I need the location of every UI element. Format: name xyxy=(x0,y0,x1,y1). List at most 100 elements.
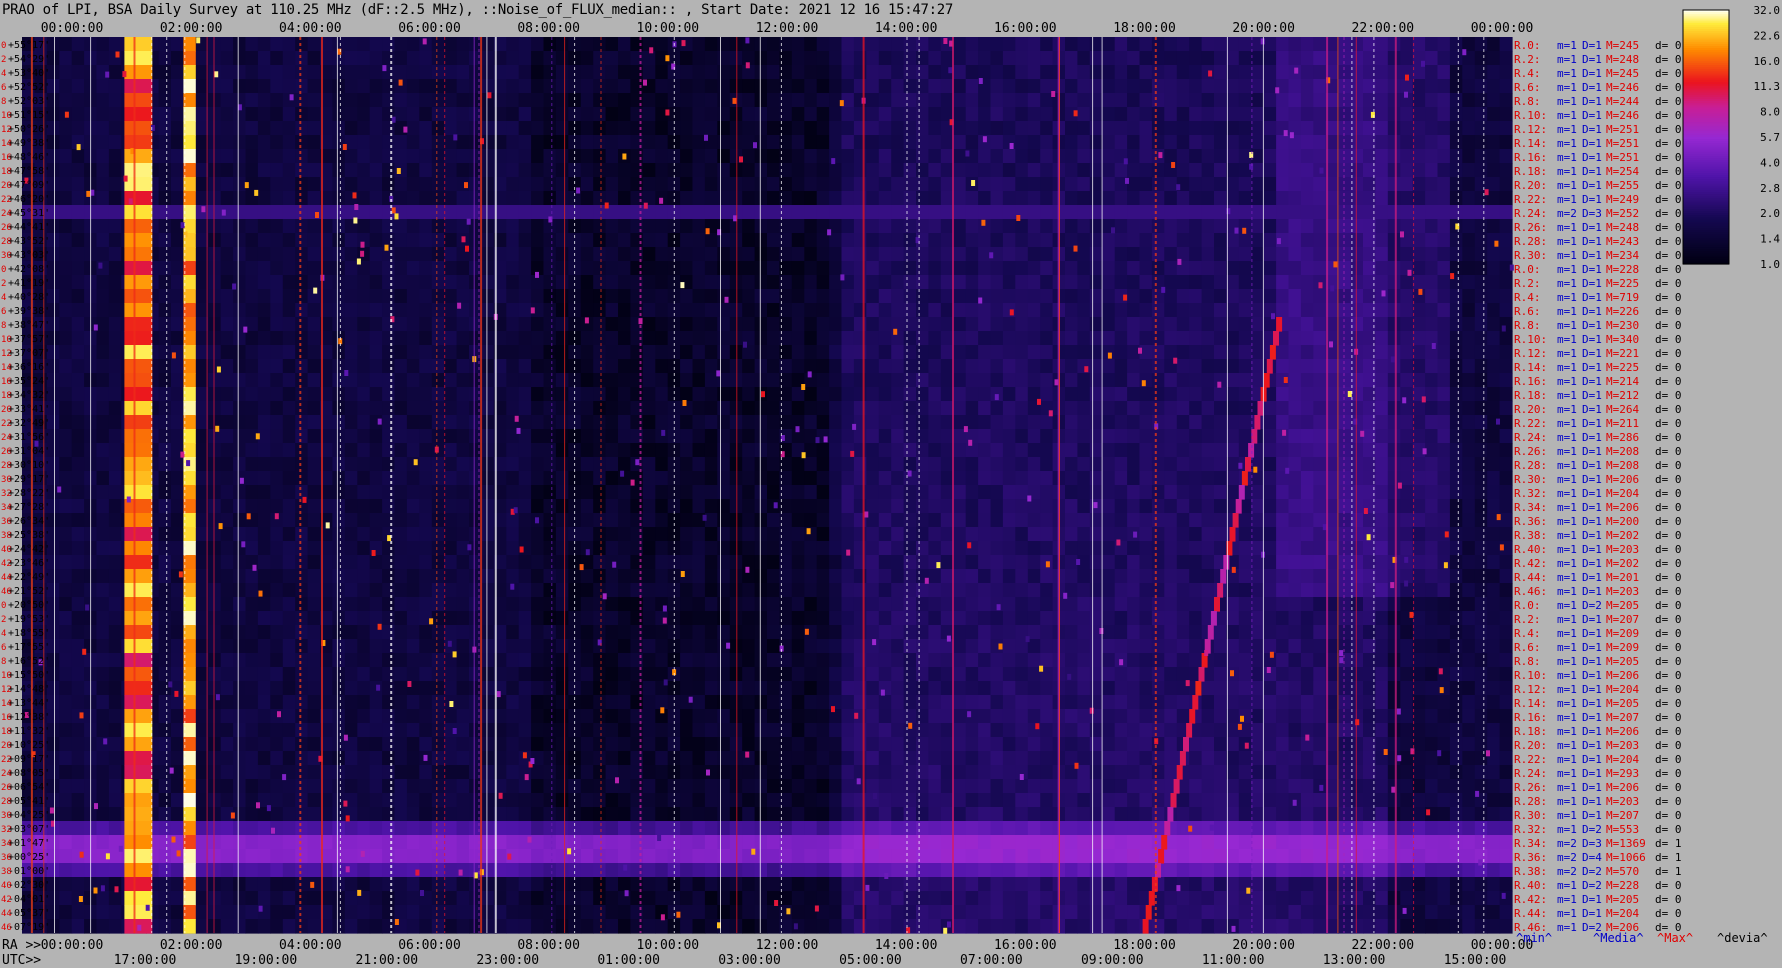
heatmap-cell xyxy=(1015,51,1029,66)
heatmap-cell xyxy=(605,555,619,570)
heatmap-cell xyxy=(1425,79,1439,94)
heatmap-cell xyxy=(1040,569,1054,584)
heatmap-cell xyxy=(903,93,917,108)
heatmap-cell xyxy=(1400,37,1414,52)
heatmap-cell xyxy=(1437,177,1451,192)
heatmap-cell xyxy=(841,457,855,472)
heatmap-cell xyxy=(1449,163,1463,178)
heatmap-cell xyxy=(916,555,929,570)
heatmap-cell xyxy=(531,289,545,304)
heatmap-cell xyxy=(655,541,669,556)
heatmap-cell xyxy=(580,527,594,542)
heatmap-cell xyxy=(158,387,172,402)
heatmap-cell xyxy=(1462,107,1476,122)
heatmap-cell xyxy=(270,401,284,416)
heatmap-cell xyxy=(245,65,259,80)
heatmap-cell xyxy=(295,401,309,416)
heatmap-cell xyxy=(1499,149,1513,164)
heatmap-cell xyxy=(1487,541,1501,556)
heatmap-cell xyxy=(642,485,656,500)
heatmap-cell xyxy=(1462,471,1476,486)
heatmap-cell xyxy=(431,233,445,248)
heatmap-cell xyxy=(1127,261,1141,276)
heatmap-cell xyxy=(978,331,992,346)
heatmap-cell xyxy=(754,177,768,192)
heatmap-cell xyxy=(208,93,222,108)
heatmap-cell xyxy=(531,331,545,346)
heatmap-cell xyxy=(506,219,520,234)
heatmap-cell xyxy=(220,387,234,402)
heatmap-cell xyxy=(282,429,296,444)
heatmap-cell xyxy=(804,261,818,276)
heatmap-cell xyxy=(369,51,383,66)
heatmap-cell xyxy=(1449,597,1463,612)
heatmap-cell xyxy=(1350,569,1364,584)
heatmap-cell xyxy=(96,569,110,584)
heatmap-cell xyxy=(1276,51,1290,66)
heatmap-cell xyxy=(394,303,408,318)
heatmap-cell xyxy=(1387,135,1401,150)
heatmap-cell xyxy=(1189,331,1203,346)
heatmap-cell xyxy=(456,359,470,374)
heatmap-cell xyxy=(344,37,358,52)
heatmap-cell xyxy=(853,457,867,472)
heatmap-cell xyxy=(742,499,756,514)
heatmap-cell xyxy=(1214,317,1227,332)
heatmap-cell xyxy=(655,37,669,52)
heatmap-cell xyxy=(71,107,85,122)
heatmap-cell xyxy=(369,513,383,528)
heatmap-cell xyxy=(257,37,271,52)
heatmap-cell xyxy=(1400,345,1414,360)
heatmap-cell xyxy=(518,597,532,612)
heatmap-cell xyxy=(1065,443,1078,458)
heatmap-cell xyxy=(891,177,905,192)
heatmap-cell xyxy=(208,345,222,360)
heatmap-cell xyxy=(220,317,234,332)
heatmap-cell xyxy=(605,261,619,276)
heatmap-cell xyxy=(742,275,756,290)
heatmap-cell xyxy=(1226,37,1240,52)
heatmap-cell xyxy=(1251,233,1265,248)
heatmap-cell xyxy=(754,289,768,304)
heatmap-cell xyxy=(382,261,396,276)
heatmap-cell xyxy=(1487,107,1501,122)
heatmap-cell xyxy=(816,275,830,290)
heatmap-cell xyxy=(1375,485,1389,500)
heatmap-cell xyxy=(1139,191,1153,206)
heatmap-cell xyxy=(307,611,321,626)
heatmap-cell xyxy=(605,331,619,346)
heatmap-cell xyxy=(816,149,830,164)
heatmap-cell xyxy=(580,583,594,598)
heatmap-cell xyxy=(1077,191,1091,206)
heatmap-cell xyxy=(680,331,694,346)
heatmap-cell xyxy=(1499,401,1513,416)
heatmap-cell xyxy=(804,569,818,584)
heatmap-cell xyxy=(1226,597,1240,612)
heatmap-cell xyxy=(506,485,520,500)
heatmap-cell xyxy=(208,191,222,206)
heatmap-cell xyxy=(245,485,259,500)
heatmap-cell xyxy=(1065,359,1078,374)
heatmap-cell xyxy=(1499,37,1513,52)
heatmap-cell xyxy=(1288,331,1302,346)
heatmap-cell xyxy=(953,37,967,52)
heatmap-cell xyxy=(953,317,967,332)
heatmap-cell xyxy=(1139,275,1153,290)
heatmap-cell xyxy=(382,513,396,528)
heatmap-cell xyxy=(953,135,967,150)
heatmap-cell xyxy=(593,373,607,388)
heatmap-cell xyxy=(158,275,172,290)
heatmap-cell xyxy=(1462,261,1476,276)
heatmap-cell xyxy=(282,527,296,542)
heatmap-cell xyxy=(928,373,942,388)
heatmap-cell xyxy=(816,541,830,556)
heatmap-cell xyxy=(1350,471,1364,486)
heatmap-cell xyxy=(431,583,445,598)
heatmap-cell xyxy=(1412,457,1426,472)
heatmap-cell xyxy=(891,303,905,318)
heatmap-cell xyxy=(531,443,545,458)
heatmap-cell xyxy=(245,219,259,234)
heatmap-cell xyxy=(59,93,73,108)
heatmap-cell xyxy=(1263,107,1277,122)
heatmap-cell xyxy=(406,107,420,122)
